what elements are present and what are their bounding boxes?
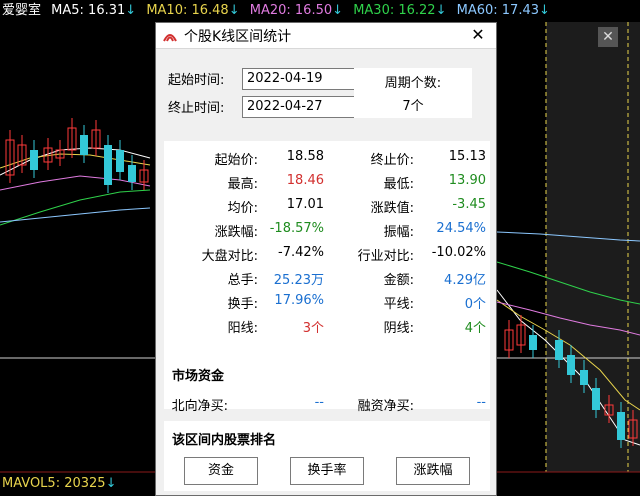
candle-body <box>580 370 588 385</box>
candle-body <box>617 412 625 440</box>
stat-value: 4.29亿 <box>444 273 486 288</box>
stats-row: 起始价: 18.58 终止价: 15.13 <box>164 149 490 173</box>
end-date-select[interactable]: 2022-04-27 <box>242 96 372 118</box>
volume-indicator-bar: MAVOL5: 20325↓ <box>0 474 116 494</box>
rank-by-turnover-button[interactable]: 换手率 <box>290 457 364 485</box>
stats-row: 大盘对比: -7.42% 行业对比: -10.02% <box>164 245 490 269</box>
ranking-heading: 该区间内股票排名 <box>172 433 277 448</box>
stat-label: 涨跌幅: <box>214 225 258 240</box>
start-date-value: 2022-04-19 <box>247 71 323 86</box>
stat-value: 0个 <box>464 297 486 312</box>
chart-close-icon[interactable]: ✕ <box>598 27 618 47</box>
stat-value: 18.46 <box>286 173 324 188</box>
candle-body <box>80 135 88 155</box>
stat-label: 终止价: <box>370 153 414 168</box>
stat-value: -3.45 <box>452 197 486 212</box>
stat-label: 振幅: <box>383 225 414 240</box>
stat-label: 阳线: <box>227 321 258 336</box>
stat-value: -7.42% <box>278 245 324 260</box>
app-logo-icon <box>163 34 177 42</box>
stat-label: 行业对比: <box>357 249 414 264</box>
rank-by-funds-button[interactable]: 资金 <box>184 457 258 485</box>
candle-body <box>30 150 38 170</box>
candle-body <box>116 150 124 172</box>
stats-row: 最高: 18.46 最低: 13.90 <box>164 173 490 197</box>
ma60-arrow: ↓ <box>539 3 550 18</box>
period-count-value: 7个 <box>402 99 424 114</box>
stat-value: 25.23万 <box>273 273 324 288</box>
candle-body <box>104 145 112 185</box>
ma30-value: MA30: 16.22 <box>353 3 436 18</box>
ma20-arrow: ↓ <box>332 3 344 18</box>
stat-label: 最低: <box>383 177 414 192</box>
stat-label: 阴线: <box>383 321 414 336</box>
dialog-titlebar[interactable]: 个股K线区间统计 ✕ <box>156 23 496 49</box>
market-funds-heading: 市场资金 <box>172 369 225 384</box>
candle-body <box>567 355 575 375</box>
ma20-line <box>0 175 151 191</box>
stat-value: -10.02% <box>431 245 486 260</box>
stat-label: 最高: <box>227 177 258 192</box>
stat-value: 17.96% <box>274 293 324 308</box>
candle-body <box>128 165 136 182</box>
ma60-value: MA60: 17.43 <box>456 3 540 18</box>
period-count-box: 周期个数: 7个 <box>354 68 472 118</box>
stats-row: 均价: 17.01 涨跌值: -3.45 <box>164 197 490 221</box>
interval-stats-dialog: 个股K线区间统计 ✕ 起始时间: 2022-04-19 终止时间: 2022-0… <box>155 22 497 496</box>
north-net-buy-value: -- <box>314 395 324 410</box>
stat-label: 涨跌值: <box>370 201 414 216</box>
north-net-buy-label: 北向净买: <box>171 399 228 414</box>
stat-value: 3个 <box>302 321 324 336</box>
stat-value: 13.90 <box>448 173 486 188</box>
stat-value: 4个 <box>464 321 486 336</box>
stat-label: 金额: <box>383 273 414 288</box>
stats-row: 总手: 25.23万 金额: 4.29亿 <box>164 269 490 293</box>
ma5-value: MA5: 16.31 <box>51 3 126 18</box>
stat-label: 起始价: <box>214 153 258 168</box>
stat-label: 均价: <box>227 201 258 216</box>
indicator-bar: 爱婴室 MA5: 16.31↓ MA10: 16.48↓ MA20: 16.50… <box>0 0 640 22</box>
period-count-label: 周期个数: <box>384 76 442 91</box>
mavol5-arrow: ↓ <box>105 476 117 491</box>
start-date-select[interactable]: 2022-04-19 <box>242 68 372 90</box>
dialog-title: 个股K线区间统计 <box>184 29 292 45</box>
candle-body <box>529 335 537 350</box>
end-date-value: 2022-04-27 <box>247 99 323 114</box>
ma30-arrow: ↓ <box>435 3 447 18</box>
stats-row: 涨跌幅: -18.57% 振幅: 24.54% <box>164 221 490 245</box>
market-funds-row: 北向净买: -- 融资净买: -- <box>164 395 490 419</box>
end-time-label: 终止时间: <box>168 101 225 116</box>
stock-name: 爱婴室 <box>2 3 42 18</box>
start-time-label: 起始时间: <box>168 73 225 88</box>
stat-value: 24.54% <box>436 221 486 236</box>
stats-row: 阳线: 3个 阴线: 4个 <box>164 317 490 341</box>
stat-label: 平线: <box>383 297 414 312</box>
stat-label: 换手: <box>227 297 258 312</box>
ma5-arrow: ↓ <box>125 3 137 18</box>
candle-body <box>555 340 563 360</box>
ma10-arrow: ↓ <box>228 3 240 18</box>
rank-by-change-button[interactable]: 涨跌幅 <box>396 457 470 485</box>
candle-body <box>592 388 600 410</box>
stat-label: 总手: <box>227 273 258 288</box>
stats-panel: 起始价: 18.58 终止价: 15.13 最高: 18.46 最低: 13.90 均价: 17.… <box>164 141 490 376</box>
ma60-line <box>0 207 151 223</box>
stat-value: 17.01 <box>286 197 324 212</box>
stats-row: 换手: 17.96% 平线: 0个 <box>164 293 490 317</box>
stat-value: 15.13 <box>448 149 486 164</box>
margin-net-buy-value: -- <box>476 395 486 410</box>
market-funds-section: 市场资金 北向净买: -- 融资净买: -- <box>164 357 490 414</box>
stat-label: 大盘对比: <box>201 249 258 264</box>
dialog-close-icon[interactable]: ✕ <box>468 25 488 45</box>
stat-value: -18.57% <box>269 221 324 236</box>
mavol5-value: MAVOL5: 20325 <box>2 476 106 491</box>
margin-net-buy-label: 融资净买: <box>357 399 414 414</box>
ma10-value: MA10: 16.48 <box>146 3 229 18</box>
stat-value: 18.58 <box>286 149 324 164</box>
ma20-value: MA20: 16.50 <box>249 3 333 18</box>
